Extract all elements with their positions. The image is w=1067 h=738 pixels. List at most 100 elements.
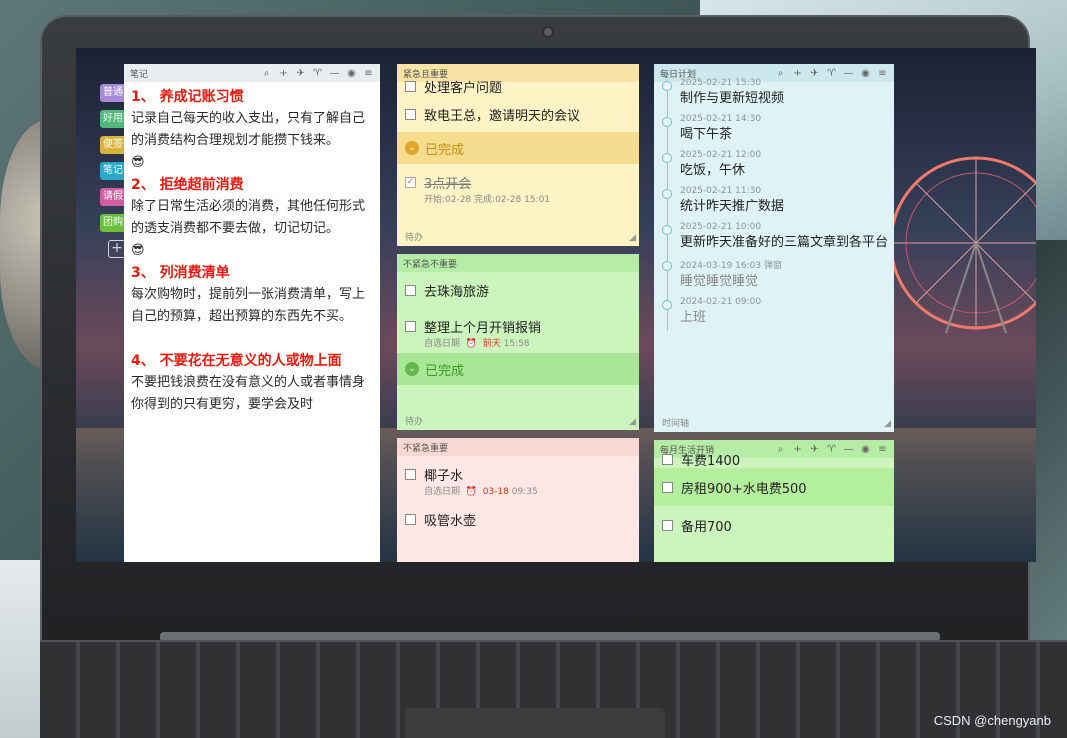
todo-text: 吸管水壶 (424, 513, 477, 529)
hide-icon[interactable]: ◉ (346, 68, 357, 79)
note-window-urgent-important: 紧急且重要 处理客户问题 致电王总，邀请明天的会议 ⌄ 已完成 ✓ 3点开会 开… (397, 64, 639, 246)
search-icon[interactable]: ⌕ (261, 68, 272, 79)
note-header: 笔记 ⌕ + ✈ ♈ — ◉ ≡ (124, 64, 380, 82)
section-body: 每次购物时，提前列一张消费清单，写上自己的预算，超出预算的东西先不买。 (131, 287, 366, 324)
skin-icon[interactable]: ♈ (826, 444, 837, 455)
checkbox[interactable] (405, 284, 416, 296)
due-time: 15:58 (503, 339, 530, 349)
add-icon[interactable]: + (278, 68, 289, 79)
tab-普通[interactable]: 普通 (100, 84, 126, 102)
completed-label: 已完成 (425, 363, 465, 379)
completed-group-header[interactable]: ⌄ 已完成 (397, 132, 639, 164)
tab-团购[interactable]: 团购 (100, 214, 126, 232)
todo-text: 备用700 (681, 519, 732, 535)
todo-meta: 开始:02-28 完成:02-28 15:01 (424, 195, 551, 205)
checkbox[interactable] (662, 453, 673, 465)
alarm-icon: ⏰ (465, 339, 477, 349)
timeline-item[interactable]: 2025-02-21 12:00 吃饭，午休 (662, 148, 894, 184)
checkbox[interactable] (405, 80, 416, 92)
note-title: 笔记 (130, 69, 149, 80)
note-toolbar: ⌕ + ✈ ♈ — ◉ ≡ (775, 444, 888, 455)
todo-item[interactable]: 去珠海旅游 (397, 272, 639, 308)
timeline-item-done[interactable]: 2024-03-19 16:03 弹窗 睡觉睡觉睡觉 (662, 256, 894, 295)
todo-item[interactable]: 备用700 (654, 506, 894, 544)
completed-group-header[interactable]: ⌄ 已完成 (397, 353, 639, 385)
timeline-axis (667, 76, 668, 331)
timeline-time: 2025-02-21 15:30 (680, 78, 762, 88)
wallpaper-ferris-wheel (889, 156, 1036, 334)
timeline-text: 喝下午茶 (680, 127, 733, 142)
note-window-monthly-expenses: 每月生活开销 ⌕ + ✈ ♈ — ◉ ≡ 车费1400 房租900+水电费500… (654, 440, 894, 562)
checkbox[interactable] (662, 519, 673, 531)
timeline-dot (662, 225, 672, 235)
section-title: 4、 不要花在无意义的人或物上面 (131, 353, 342, 369)
section-body: 除了日常生活必须的消费，其他任何形式的透支消费都不要去做，切记切记。 (131, 199, 366, 236)
todo-meta: 自选日期 ⏰ 前天 15:58 (397, 336, 639, 353)
pin-icon[interactable]: ✈ (295, 68, 306, 79)
timeline-text: 更新昨天准备好的三篇文章到各平台 (680, 235, 889, 250)
tab-便签[interactable]: 便签 (100, 136, 126, 154)
todo-item[interactable]: 吸管水壶 (397, 501, 639, 537)
todo-item[interactable]: 致电王总，邀请明天的会议 (397, 96, 639, 132)
section-body: 记录自己每天的收入支出，只有了解自己的消费结构合理规划才能攒下钱来。 (131, 111, 366, 148)
note-footer: 待办 (405, 233, 424, 243)
add-icon[interactable]: + (792, 444, 803, 455)
laptop-trackpad (405, 708, 665, 738)
section-body: 不要把钱浪费在没有意义的人或者事情身你得到的只有更穷，要学会及时 (131, 375, 366, 412)
timeline-item[interactable]: 2025-02-21 15:30 制作与更新短视频 (662, 76, 894, 112)
search-icon[interactable]: ⌕ (775, 444, 786, 455)
note-header: 不紧急重要 (397, 438, 639, 456)
cool-face-icon: 😎 (131, 155, 145, 170)
resize-handle[interactable]: ◢ (629, 417, 636, 427)
checkbox[interactable] (662, 481, 673, 493)
todo-text: 椰子水 (424, 468, 464, 484)
note-title: 不紧急重要 (403, 443, 449, 454)
timeline-item[interactable]: 2025-02-21 14:30 喝下午茶 (662, 112, 894, 148)
pin-icon[interactable]: ✈ (809, 444, 820, 455)
checkbox[interactable] (405, 108, 416, 120)
date-mode: 自选日期 (424, 339, 461, 349)
section-title: 3、 列消费清单 (131, 265, 230, 281)
checkbox[interactable] (405, 513, 416, 525)
todo-text: 房租900+水电费500 (681, 481, 807, 497)
timeline-dot-checked (662, 261, 672, 271)
timeline-item[interactable]: 2025-02-21 10:00 更新昨天准备好的三篇文章到各平台 (662, 220, 894, 256)
note-window-daily-plan: 每日计划 ⌕ + ✈ ♈ — ◉ ≡ 2025-02-21 15:30 制作与更… (654, 64, 894, 432)
note-content[interactable]: 1、 养成记账习惯 记录自己每天的收入支出，只有了解自己的消费结构合理规划才能攒… (124, 82, 380, 420)
todo-item[interactable]: 房租900+水电费500 (654, 468, 894, 506)
todo-text: 致电王总，邀请明天的会议 (424, 108, 581, 124)
tab-请假[interactable]: 请假 (100, 188, 126, 206)
timeline-item-done[interactable]: 2024-02-21 09:00 上班 (662, 295, 894, 331)
timeline-time: 2025-02-21 12:00 (680, 150, 762, 160)
timeline-time: 2024-03-19 16:03 弹窗 (680, 261, 782, 271)
timeline-time: 2024-02-21 09:00 (680, 297, 762, 307)
timeline-item[interactable]: 2025-02-21 11:30 统计昨天推广数据 (662, 184, 894, 220)
laptop-screen: 普通 好用 便签 笔记 请假 团购 + 笔记 ⌕ + ✈ ♈ — ◉ ≡ 1、 … (76, 48, 1036, 562)
chevron-down-icon: ⌄ (405, 141, 419, 155)
checkbox[interactable] (405, 468, 416, 480)
due-day: 前天 (482, 339, 501, 349)
menu-icon[interactable]: ≡ (363, 68, 374, 79)
minimize-icon[interactable]: — (843, 444, 854, 455)
timeline-text: 吃饭，午休 (680, 163, 746, 178)
timeline-dot (662, 153, 672, 163)
note-header: 不紧急不重要 (397, 254, 639, 272)
checkbox[interactable] (405, 320, 416, 332)
checkbox-checked[interactable]: ✓ (405, 176, 416, 188)
resize-handle[interactable]: ◢ (884, 419, 891, 429)
minimize-icon[interactable]: — (329, 68, 340, 79)
tab-好用[interactable]: 好用 (100, 110, 126, 128)
resize-handle[interactable]: ◢ (629, 233, 636, 243)
due-day: 03-18 (482, 487, 509, 497)
todo-text: 3点开会 (424, 176, 472, 192)
menu-icon[interactable]: ≡ (877, 444, 888, 455)
due-time: 09:35 (511, 487, 538, 497)
todo-text: 去珠海旅游 (424, 284, 490, 300)
skin-icon[interactable]: ♈ (312, 68, 323, 79)
date-mode: 自选日期 (424, 487, 461, 497)
tab-笔记[interactable]: 笔记 (100, 162, 126, 180)
hide-icon[interactable]: ◉ (860, 444, 871, 455)
timeline-text: 上班 (680, 310, 707, 325)
watermark: CSDN @chengyanb (933, 713, 1051, 728)
todo-text: 处理客户问题 (424, 80, 503, 96)
